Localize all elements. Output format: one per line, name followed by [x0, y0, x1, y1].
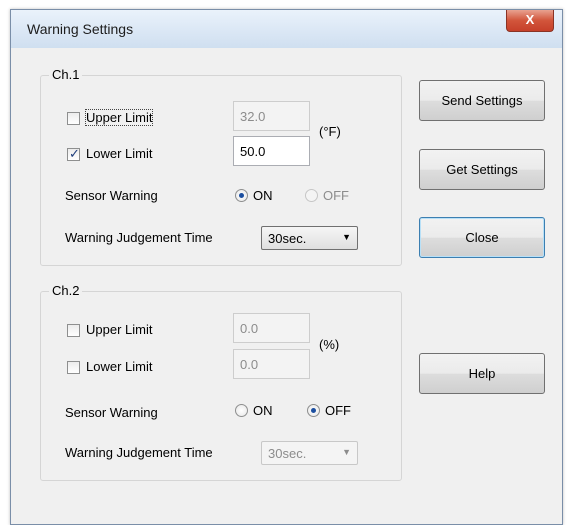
ch2-upper-limit-field[interactable]	[233, 313, 310, 343]
ch1-lower-limit-checkbox[interactable]: ✓	[67, 146, 80, 161]
ch2-lower-limit-field[interactable]	[233, 349, 310, 379]
ch1-legend: Ch.1	[49, 67, 83, 82]
ch1-sensor-on-label[interactable]: ON	[253, 188, 273, 203]
title-bar[interactable]: Warning Settings X	[11, 10, 562, 48]
close-label: Close	[465, 230, 499, 245]
ch1-sensor-off-label[interactable]: OFF	[323, 188, 349, 203]
ch1-lower-limit-field[interactable]	[233, 136, 310, 166]
window-title: Warning Settings	[27, 21, 134, 37]
ch2-sensor-off-radio[interactable]	[307, 404, 320, 417]
ch1-sensor-warning-label: Sensor Warning	[65, 188, 158, 203]
ch2-unit-label: (%)	[319, 337, 340, 352]
send-settings-label: Send Settings	[441, 93, 523, 108]
close-icon: X	[525, 12, 535, 27]
ch2-upper-limit-checkbox[interactable]	[67, 324, 80, 337]
get-settings-button[interactable]: Get Settings	[419, 149, 545, 190]
ch1-group: Ch.1 Upper Limit ✓ Lower Limit (°F) Sens…	[40, 67, 402, 266]
help-button[interactable]: Help	[419, 353, 545, 394]
ch2-judgement-time-dropdown[interactable]: 30sec. ▼	[261, 441, 358, 465]
radio-selected-dot	[239, 193, 244, 198]
ch2-judgement-time-value: 30sec.	[268, 446, 307, 461]
ch2-upper-limit-label[interactable]: Upper Limit	[86, 322, 152, 337]
ch1-upper-limit-checkbox[interactable]	[67, 112, 80, 125]
close-button[interactable]: Close	[419, 217, 545, 258]
ch2-legend: Ch.2	[49, 283, 83, 298]
warning-settings-dialog: Warning Settings X Ch.1 Upper Limit ✓ Lo…	[10, 9, 563, 525]
ch2-sensor-warning-label: Sensor Warning	[65, 405, 158, 420]
get-settings-label: Get Settings	[446, 162, 518, 177]
checkmark-icon: ✓	[69, 146, 80, 161]
ch1-unit-label: (°F)	[319, 124, 341, 139]
ch2-sensor-on-label[interactable]: ON	[253, 403, 273, 418]
chevron-down-icon: ▼	[342, 447, 351, 457]
ch1-upper-limit-field[interactable]	[233, 101, 310, 131]
ch2-lower-limit-checkbox[interactable]	[67, 361, 80, 374]
ch2-sensor-on-radio[interactable]	[235, 404, 248, 417]
ch1-judgement-time-value: 30sec.	[268, 231, 307, 246]
send-settings-button[interactable]: Send Settings	[419, 80, 545, 121]
ch2-sensor-off-label[interactable]: OFF	[325, 403, 351, 418]
radio-selected-dot	[311, 408, 316, 413]
ch2-judgement-time-label: Warning Judgement Time	[65, 445, 213, 460]
ch1-lower-limit-label[interactable]: Lower Limit	[86, 146, 152, 161]
ch1-sensor-off-radio[interactable]	[305, 189, 318, 202]
chevron-down-icon: ▼	[342, 232, 351, 242]
close-window-button[interactable]: X	[506, 10, 554, 32]
ch2-lower-limit-label[interactable]: Lower Limit	[86, 359, 152, 374]
ch2-group: Ch.2 Upper Limit Lower Limit (%) Sensor …	[40, 283, 402, 481]
ch1-upper-limit-label[interactable]: Upper Limit	[84, 109, 154, 126]
ch1-judgement-time-label: Warning Judgement Time	[65, 230, 213, 245]
help-label: Help	[468, 366, 496, 381]
ch1-judgement-time-dropdown[interactable]: 30sec. ▼	[261, 226, 358, 250]
ch1-sensor-on-radio[interactable]	[235, 189, 248, 202]
